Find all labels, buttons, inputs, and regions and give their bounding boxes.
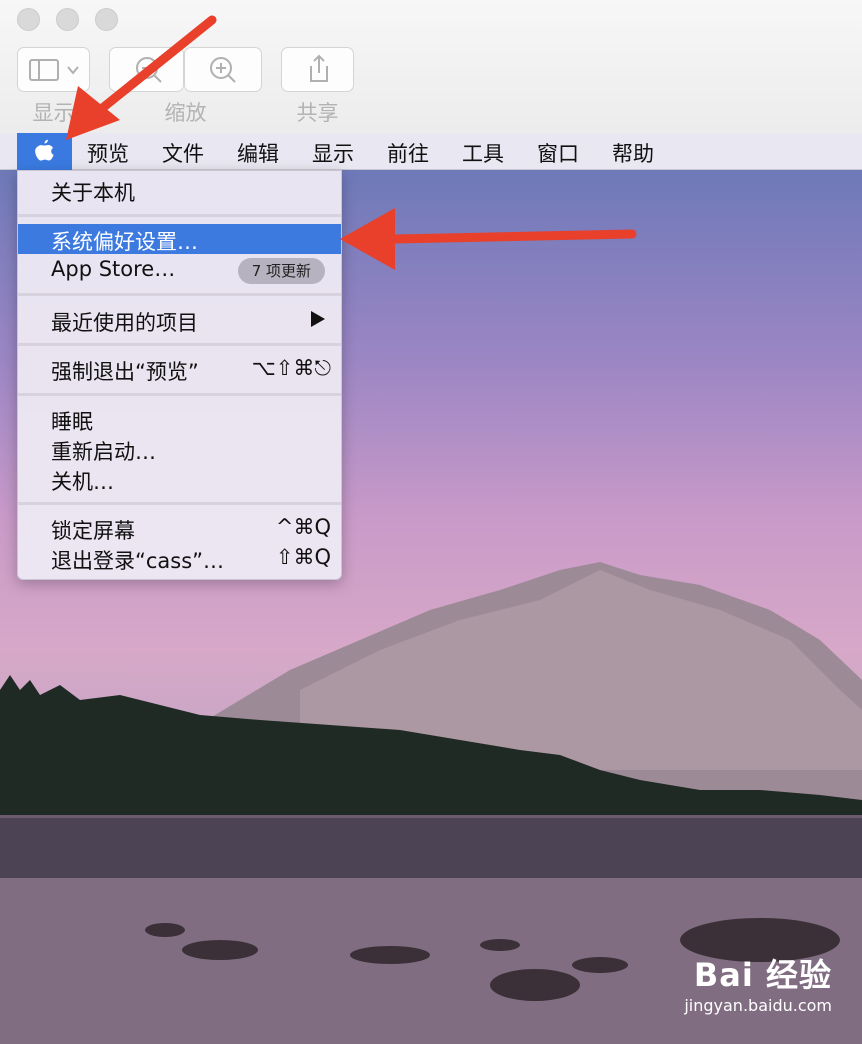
- apple-dropdown-menu: 关于本机 系统偏好设置… App Store… 7 项更新 最近使用的项目 强制…: [17, 170, 342, 580]
- sidebar-icon: [29, 59, 79, 81]
- update-count-badge: 7 项更新: [237, 258, 325, 284]
- menu-separator: [18, 293, 341, 296]
- menu-item-about[interactable]: 关于本机: [18, 175, 341, 205]
- zoom-out-icon: [136, 57, 162, 83]
- menu-bar: 预览 文件 编辑 显示 前往 工具 窗口 帮助: [0, 133, 862, 170]
- menu-separator: [18, 502, 341, 505]
- menu-item-force-quit[interactable]: 强制退出“预览” ⌥⇧⌘⎋: [18, 354, 341, 384]
- menu-item-log-out[interactable]: 退出登录“cass”… ⇧⌘Q: [18, 543, 341, 573]
- zoom-in-icon: [210, 57, 236, 83]
- apple-menu-button[interactable]: [17, 133, 72, 170]
- watermark-url: jingyan.baidu.com: [684, 996, 832, 1015]
- menu-edit[interactable]: 编辑: [237, 138, 279, 168]
- menu-separator: [18, 343, 341, 346]
- menu-item-shutdown[interactable]: 关机…: [18, 464, 341, 494]
- menu-item-label: 重新启动…: [51, 440, 156, 464]
- menu-preview[interactable]: 预览: [87, 138, 129, 168]
- menu-item-recent-items[interactable]: 最近使用的项目: [18, 305, 341, 335]
- menu-item-label: 强制退出“预览”: [51, 360, 199, 384]
- menu-item-sleep[interactable]: 睡眠: [18, 404, 341, 434]
- menu-file[interactable]: 文件: [162, 138, 204, 168]
- menu-window[interactable]: 窗口: [537, 138, 579, 168]
- display-label: 显示: [32, 101, 75, 125]
- share-button[interactable]: [281, 47, 354, 92]
- menu-item-label: App Store…: [51, 257, 176, 281]
- menu-item-label: 关机…: [51, 470, 114, 494]
- zoom-in-button[interactable]: [184, 47, 262, 92]
- menu-help[interactable]: 帮助: [612, 138, 654, 168]
- menu-item-label: 系统偏好设置…: [51, 230, 198, 254]
- share-icon: [310, 54, 328, 82]
- menu-item-shortcut: ⌥⇧⌘⎋: [251, 356, 331, 380]
- share-label: 共享: [296, 101, 339, 125]
- menu-view[interactable]: 显示: [312, 138, 354, 168]
- menu-tools[interactable]: 工具: [462, 138, 504, 168]
- window-titlebar: 显示 缩放 共享: [0, 0, 862, 133]
- zoom-label: 缩放: [164, 101, 207, 125]
- display-button[interactable]: [17, 47, 90, 92]
- close-window-button[interactable]: [17, 8, 40, 31]
- menu-go[interactable]: 前往: [387, 138, 429, 168]
- menu-item-shortcut: ^⌘Q: [275, 515, 331, 539]
- menu-item-label: 退出登录“cass”…: [51, 549, 225, 573]
- menu-item-label: 锁定屏幕: [51, 519, 135, 543]
- zoom-window-button[interactable]: [95, 8, 118, 31]
- menu-item-label: 最近使用的项目: [51, 311, 198, 335]
- menu-item-restart[interactable]: 重新启动…: [18, 434, 341, 464]
- menu-item-lock-screen[interactable]: 锁定屏幕 ^⌘Q: [18, 513, 341, 543]
- minimize-window-button[interactable]: [56, 8, 79, 31]
- menu-item-label: 睡眠: [51, 410, 93, 434]
- menu-item-system-preferences[interactable]: 系统偏好设置…: [18, 224, 341, 254]
- baidu-watermark: Bai 经验 jingyan.baidu.com: [684, 950, 832, 1015]
- apple-logo-icon: [35, 139, 54, 161]
- menu-separator: [18, 393, 341, 396]
- zoom-out-button[interactable]: [109, 47, 184, 92]
- menu-item-app-store[interactable]: App Store… 7 项更新: [18, 255, 341, 285]
- menu-separator: [18, 214, 341, 217]
- submenu-arrow-icon: [311, 311, 325, 327]
- menu-item-label: 关于本机: [51, 181, 135, 205]
- menu-item-shortcut: ⇧⌘Q: [275, 545, 331, 569]
- watermark-brand: Bai 经验: [693, 956, 832, 994]
